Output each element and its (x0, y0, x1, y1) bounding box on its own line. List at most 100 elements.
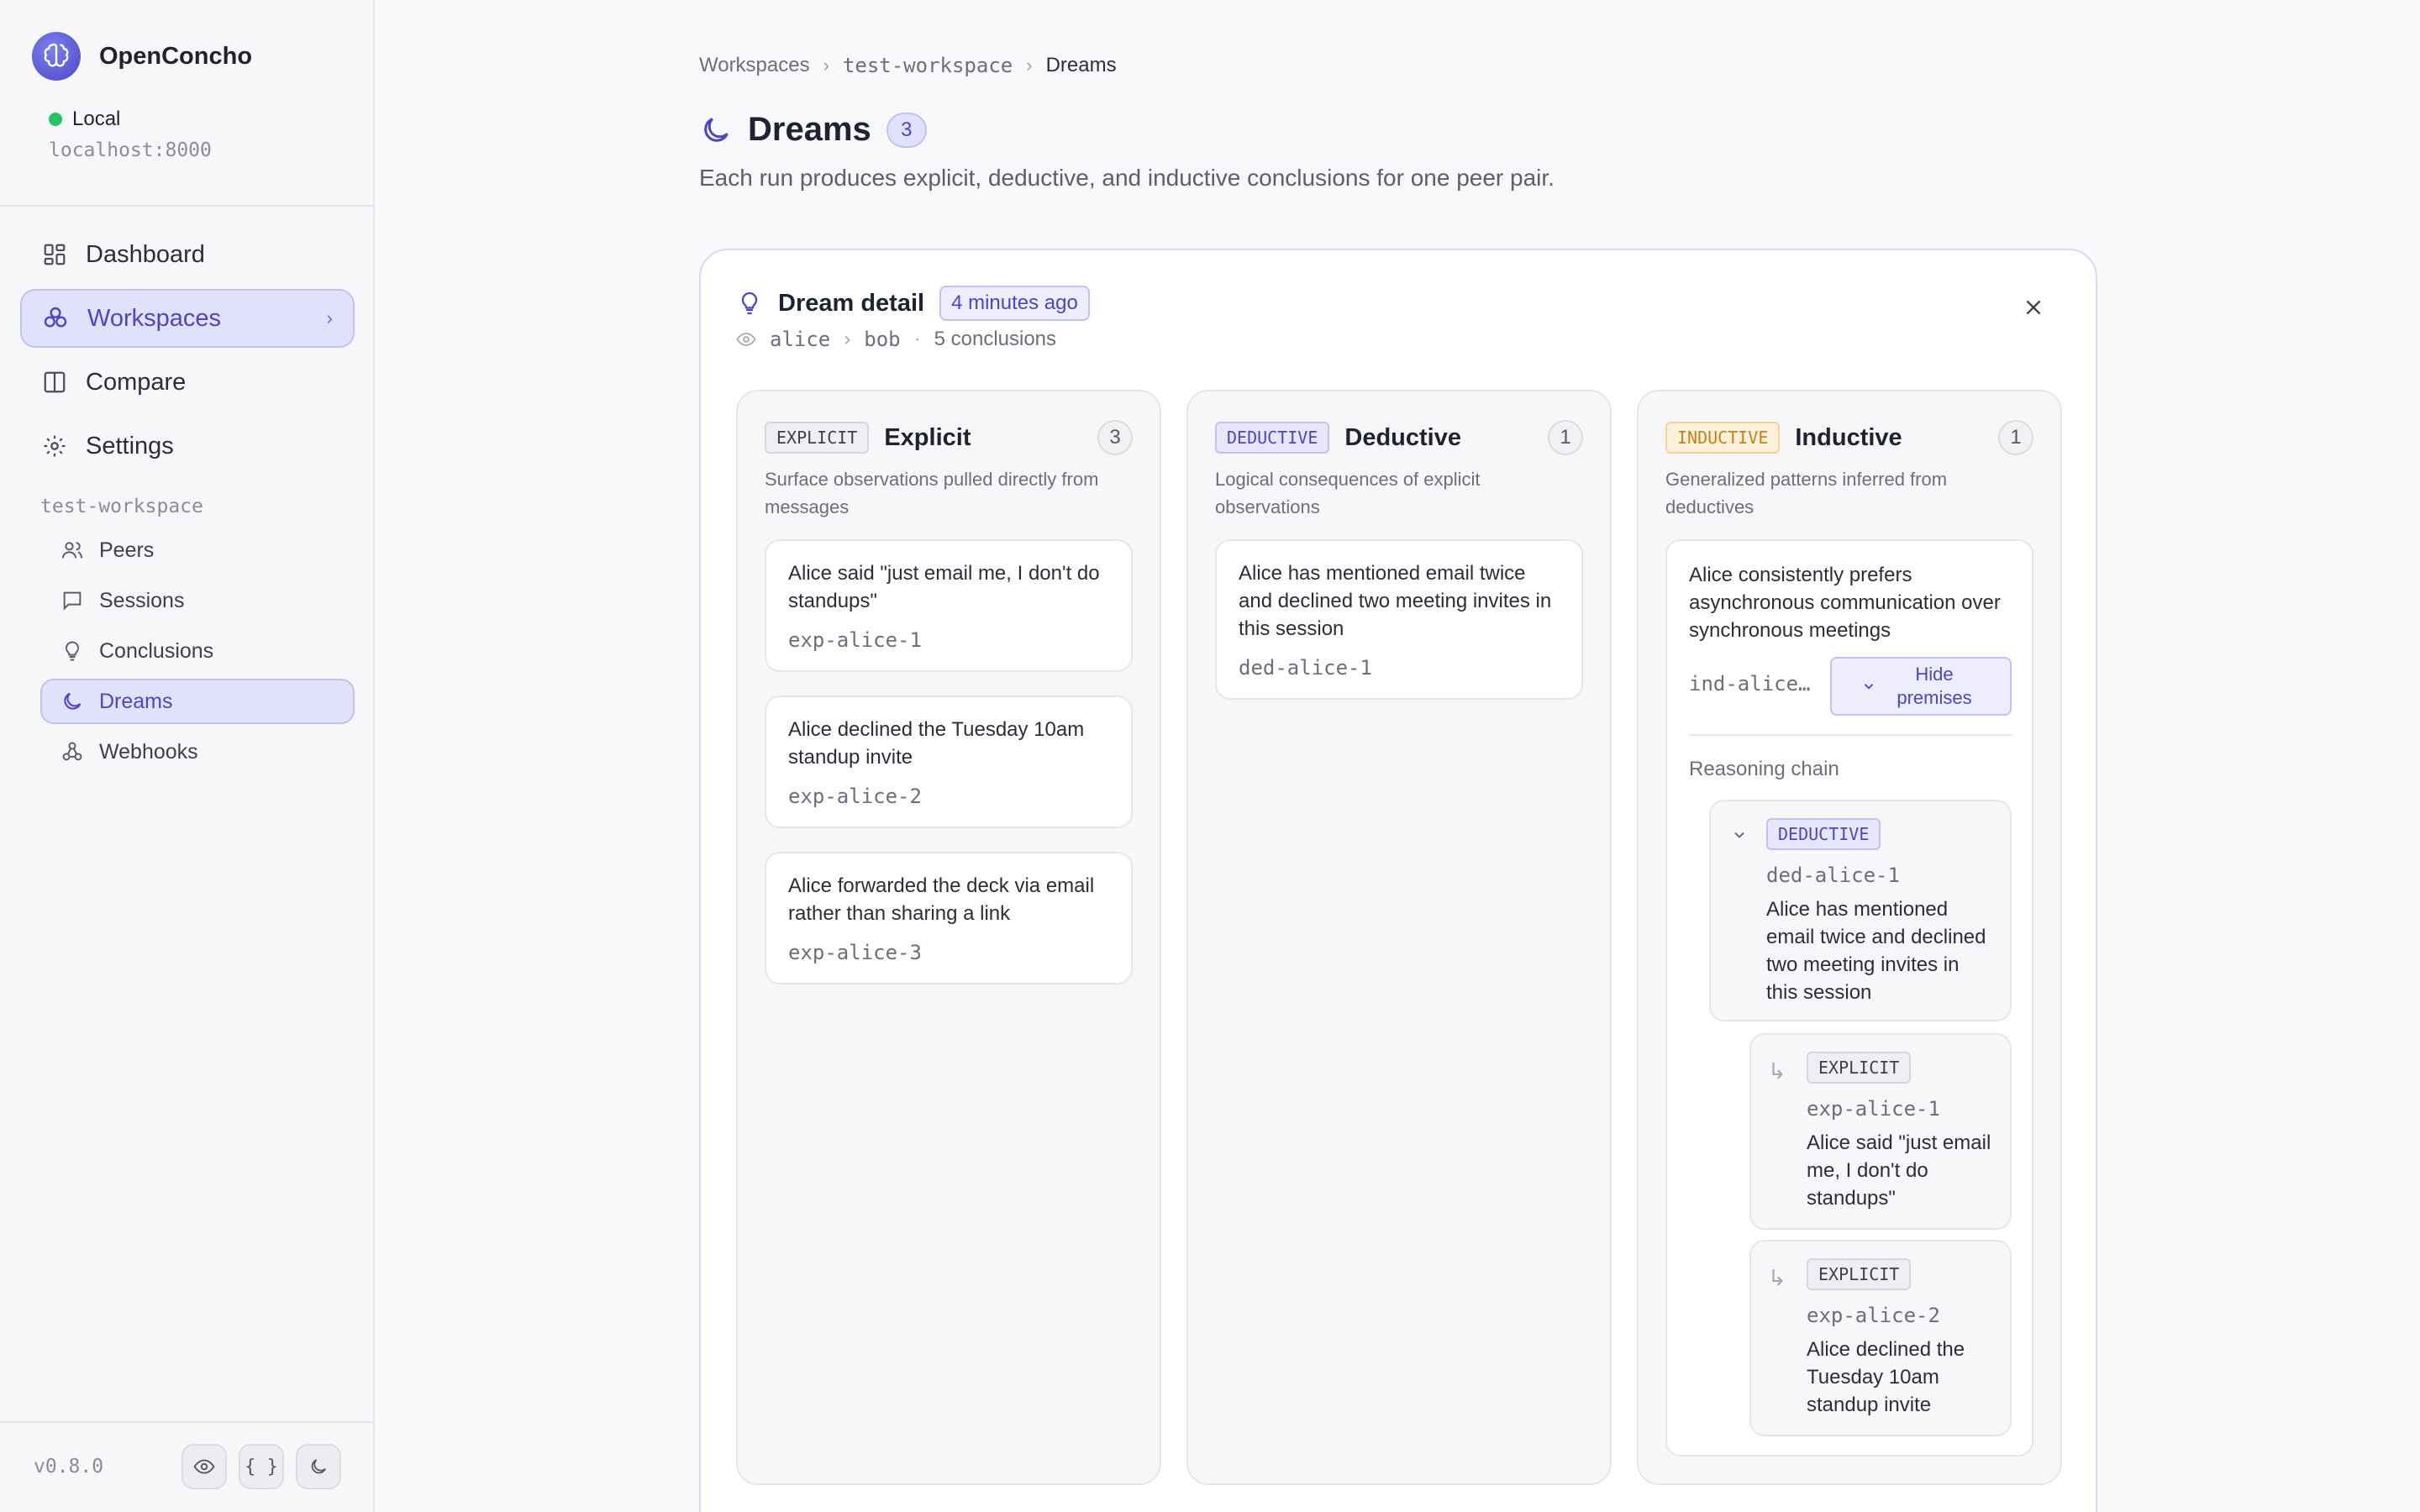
page-subtitle: Each run produces explicit, deductive, a… (699, 165, 1555, 191)
brain-logo-icon (32, 32, 81, 81)
nav-item-settings[interactable]: Settings (20, 417, 355, 475)
conclusion-card[interactable]: Alice forwarded the deck via email rathe… (765, 852, 1133, 984)
reasoning-step-explicit[interactable]: ↳ EXPLICIT exp-alice-1 Alice said "just … (1749, 1033, 2012, 1230)
compare-icon (44, 371, 66, 393)
observer-peer: alice (770, 328, 831, 351)
hide-premises-button[interactable]: Hide premises (1830, 657, 2012, 716)
step-text: Alice has mentioned email twice and decl… (1766, 898, 1986, 1004)
inductive-tag: INDUCTIVE (1665, 422, 1781, 454)
braces-icon: { } (245, 1456, 278, 1478)
workspace-nav: Peers Sessions Conclusions Dreams Webhoo… (40, 528, 355, 780)
eye-icon (736, 333, 756, 346)
nav-item-label: Dashboard (86, 240, 205, 268)
hide-premises-label: Hide premises (1897, 664, 1972, 708)
column-description: Logical consequences of explicit observa… (1215, 469, 1481, 517)
sidebar-item-label: Peers (99, 538, 155, 562)
column-count: 1 (1548, 420, 1583, 455)
divider (1689, 734, 2012, 736)
breadcrumb-current: Dreams (1045, 54, 1117, 76)
chevron-right-icon: › (1026, 55, 1033, 76)
card-id: exp-alice-3 (788, 941, 922, 964)
conclusion-card[interactable]: Alice said "just email me, I don't do st… (765, 539, 1133, 672)
nav-item-workspaces[interactable]: Workspaces › (20, 289, 355, 348)
environment-name: Local (72, 108, 121, 130)
sidebar-item-label: Conclusions (99, 638, 214, 663)
close-icon (2026, 300, 2041, 315)
dashboard-icon (44, 244, 66, 265)
card-text: Alice forwarded the deck via email rathe… (788, 874, 1095, 925)
theme-toggle-button[interactable] (296, 1444, 341, 1489)
column-title: Inductive (1795, 423, 1902, 451)
sidebar-item-peers[interactable]: Peers (40, 528, 355, 573)
card-text: Alice declined the Tuesday 10am standup … (788, 718, 1085, 769)
brand[interactable]: OpenConcho (32, 32, 252, 81)
eye-toggle-button[interactable] (182, 1444, 227, 1489)
deductive-tag: DEDUCTIVE (1215, 422, 1330, 454)
deductive-tag: DEDUCTIVE (1766, 818, 1881, 850)
inductive-column: INDUCTIVE Inductive 1 Generalized patter… (1637, 390, 2062, 1485)
observed-peer: bob (864, 328, 901, 351)
lightbulb-icon (65, 641, 80, 661)
column-description: Generalized patterns inferred from deduc… (1665, 469, 1948, 517)
conclusions-count: 5 conclusions (934, 328, 1057, 350)
explicit-tag: EXPLICIT (1807, 1052, 1912, 1084)
step-text: Alice said "just email me, I don't do st… (1807, 1131, 1991, 1210)
step-id: exp-alice-1 (1807, 1097, 1940, 1121)
eye-icon (193, 1459, 215, 1474)
explicit-column: EXPLICIT Explicit 3 Surface observations… (736, 390, 1161, 1485)
card-id: exp-alice-2 (788, 785, 922, 808)
sidebar-divider (0, 205, 375, 207)
step-id: ded-alice-1 (1766, 864, 1900, 887)
nav-item-compare[interactable]: Compare (20, 353, 355, 412)
explicit-tag: EXPLICIT (1807, 1258, 1912, 1290)
main-nav: Dashboard Workspaces › Compare Settings (20, 225, 355, 480)
version-label: v0.8.0 (34, 1456, 104, 1478)
separator-dot: · (913, 328, 921, 350)
workspaces-icon (44, 307, 67, 328)
status-dot-icon (49, 113, 62, 126)
sidebar-item-label: Sessions (99, 588, 185, 612)
gear-icon (44, 435, 66, 457)
breadcrumb: Workspaces › test-workspace › Dreams (699, 54, 1117, 77)
page-header: Dreams 3 (699, 111, 927, 149)
step-text: Alice declined the Tuesday 10am standup … (1807, 1338, 1965, 1416)
time-badge: 4 minutes ago (939, 286, 1090, 321)
sidebar-item-webhooks[interactable]: Webhooks (40, 729, 355, 774)
sidebar-item-label: Dreams (99, 689, 173, 713)
chevron-down-icon (1734, 832, 1744, 838)
detail-title: Dream detail (778, 289, 925, 317)
conclusion-card[interactable]: Alice declined the Tuesday 10am standup … (765, 696, 1133, 828)
nav-item-dashboard[interactable]: Dashboard (20, 225, 355, 284)
close-button[interactable] (2017, 291, 2050, 324)
json-toggle-button[interactable]: { } (239, 1444, 284, 1489)
reasoning-step-explicit[interactable]: ↳ EXPLICIT exp-alice-2 Alice declined th… (1749, 1240, 2012, 1436)
inductive-card[interactable]: Alice consistently prefers asynchronous … (1665, 539, 2033, 1457)
card-text: Alice consistently prefers asynchronous … (1689, 564, 2001, 642)
users-icon (61, 542, 83, 559)
reasoning-chain-label: Reasoning chain (1689, 758, 1839, 780)
column-title: Deductive (1344, 423, 1461, 451)
explicit-tag: EXPLICIT (765, 422, 870, 454)
chevron-down-icon (1864, 684, 1874, 690)
sidebar: OpenConcho Local localhost:8000 Dashboar… (0, 0, 375, 1512)
deductive-column: DEDUCTIVE Deductive 1 Logical consequenc… (1186, 390, 1612, 1485)
column-description: Surface observations pulled directly fro… (765, 469, 1099, 517)
count-badge: 3 (886, 112, 927, 148)
card-text: Alice said "just email me, I don't do st… (788, 562, 1100, 612)
sidebar-item-sessions[interactable]: Sessions (40, 578, 355, 623)
sidebar-item-conclusions[interactable]: Conclusions (40, 628, 355, 674)
webhook-icon (62, 742, 82, 761)
chevron-right-icon: › (823, 55, 829, 76)
breadcrumb-workspaces[interactable]: Workspaces (699, 54, 810, 77)
step-id: exp-alice-2 (1807, 1304, 1940, 1327)
sidebar-item-dreams[interactable]: Dreams (40, 679, 355, 724)
conclusion-card[interactable]: Alice has mentioned email twice and decl… (1215, 539, 1583, 700)
breadcrumb-workspace[interactable]: test-workspace (843, 54, 1013, 77)
return-arrow-icon: ↳ (1768, 1265, 1786, 1290)
environment-status: Local localhost:8000 (49, 108, 212, 161)
sidebar-footer: v0.8.0 { } (0, 1421, 375, 1512)
chevron-right-icon: › (844, 328, 851, 350)
workspace-name: test-workspace (40, 496, 203, 517)
chevron-right-icon: › (326, 307, 333, 328)
reasoning-step-deductive[interactable]: DEDUCTIVE ded-alice-1 Alice has mentione… (1709, 800, 2012, 1021)
